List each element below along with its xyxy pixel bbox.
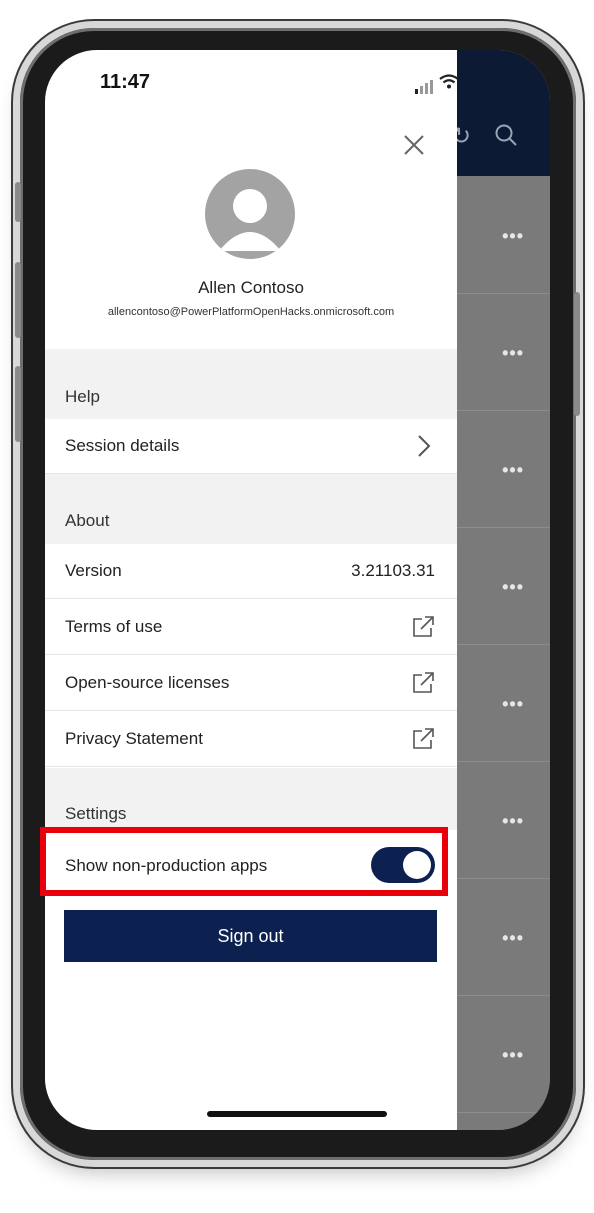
more-options-icon[interactable]: •••	[502, 343, 524, 364]
external-link-icon	[411, 727, 435, 751]
section-title-help: Help	[65, 387, 100, 406]
more-options-icon[interactable]: •••	[502, 811, 524, 832]
background-list-row[interactable]: •••	[457, 995, 550, 1113]
more-options-icon[interactable]: •••	[502, 226, 524, 247]
settings-section: Settings	[45, 768, 457, 830]
close-icon[interactable]	[401, 132, 427, 158]
row-label: Version	[65, 561, 122, 580]
section-title-about: About	[65, 511, 110, 530]
more-options-icon[interactable]: •••	[502, 460, 524, 481]
background-list-row[interactable]: •••	[457, 644, 550, 762]
background-list-row[interactable]: •••	[457, 878, 550, 996]
external-link-icon	[411, 671, 435, 695]
account-drawer: 11:47 Allen Contoso allencontoso@PowerPl…	[45, 50, 459, 1130]
more-options-icon[interactable]: •••	[502, 694, 524, 715]
background-list-row[interactable]: •••	[457, 176, 550, 294]
avatar	[205, 169, 295, 259]
home-indicator[interactable]	[207, 1111, 387, 1117]
background-list-row[interactable]: •••	[457, 410, 550, 528]
more-options-icon[interactable]: •••	[502, 577, 524, 598]
session-details-row[interactable]: Session details	[45, 419, 457, 474]
phone-screen: ↻ ••• ••• ••• ••• ••• ••• ••• ••• 11:47	[45, 50, 550, 1130]
phone-mute-switch	[15, 182, 21, 222]
privacy-statement-row[interactable]: Privacy Statement	[45, 712, 457, 767]
background-list-row[interactable]: •••	[457, 761, 550, 879]
background-list-row[interactable]: •••	[457, 293, 550, 411]
status-time: 11:47	[100, 71, 151, 93]
version-value: 3.21103.31	[351, 561, 435, 580]
user-name: Allen Contoso	[198, 278, 304, 297]
version-row: Version 3.21103.31	[45, 544, 457, 599]
user-email: allencontoso@PowerPlatformOpenHacks.onmi…	[107, 306, 395, 318]
background-list-row[interactable]: •••	[457, 527, 550, 645]
help-section: Help	[45, 349, 457, 419]
phone-volume-down	[15, 366, 21, 442]
highlight-annotation	[40, 827, 448, 896]
wifi-icon	[439, 74, 459, 94]
row-label: Privacy Statement	[65, 729, 203, 748]
open-source-licenses-row[interactable]: Open-source licenses	[45, 656, 457, 711]
chevron-right-icon	[411, 434, 435, 458]
search-icon[interactable]	[493, 122, 519, 155]
about-section: About	[45, 474, 457, 544]
row-label: Terms of use	[65, 617, 163, 636]
more-options-icon[interactable]: •••	[502, 928, 524, 949]
row-label: Open-source licenses	[65, 673, 230, 692]
more-options-icon[interactable]: •••	[502, 1045, 524, 1066]
phone-power-button	[574, 292, 580, 416]
external-link-icon	[411, 615, 435, 639]
terms-of-use-row[interactable]: Terms of use	[45, 600, 457, 655]
sign-out-button[interactable]: Sign out	[64, 910, 437, 962]
phone-volume-up	[15, 262, 21, 338]
cellular-signal-icon	[415, 80, 433, 94]
row-label: Session details	[65, 436, 180, 455]
status-icons	[415, 74, 459, 94]
section-title-settings: Settings	[65, 804, 127, 823]
